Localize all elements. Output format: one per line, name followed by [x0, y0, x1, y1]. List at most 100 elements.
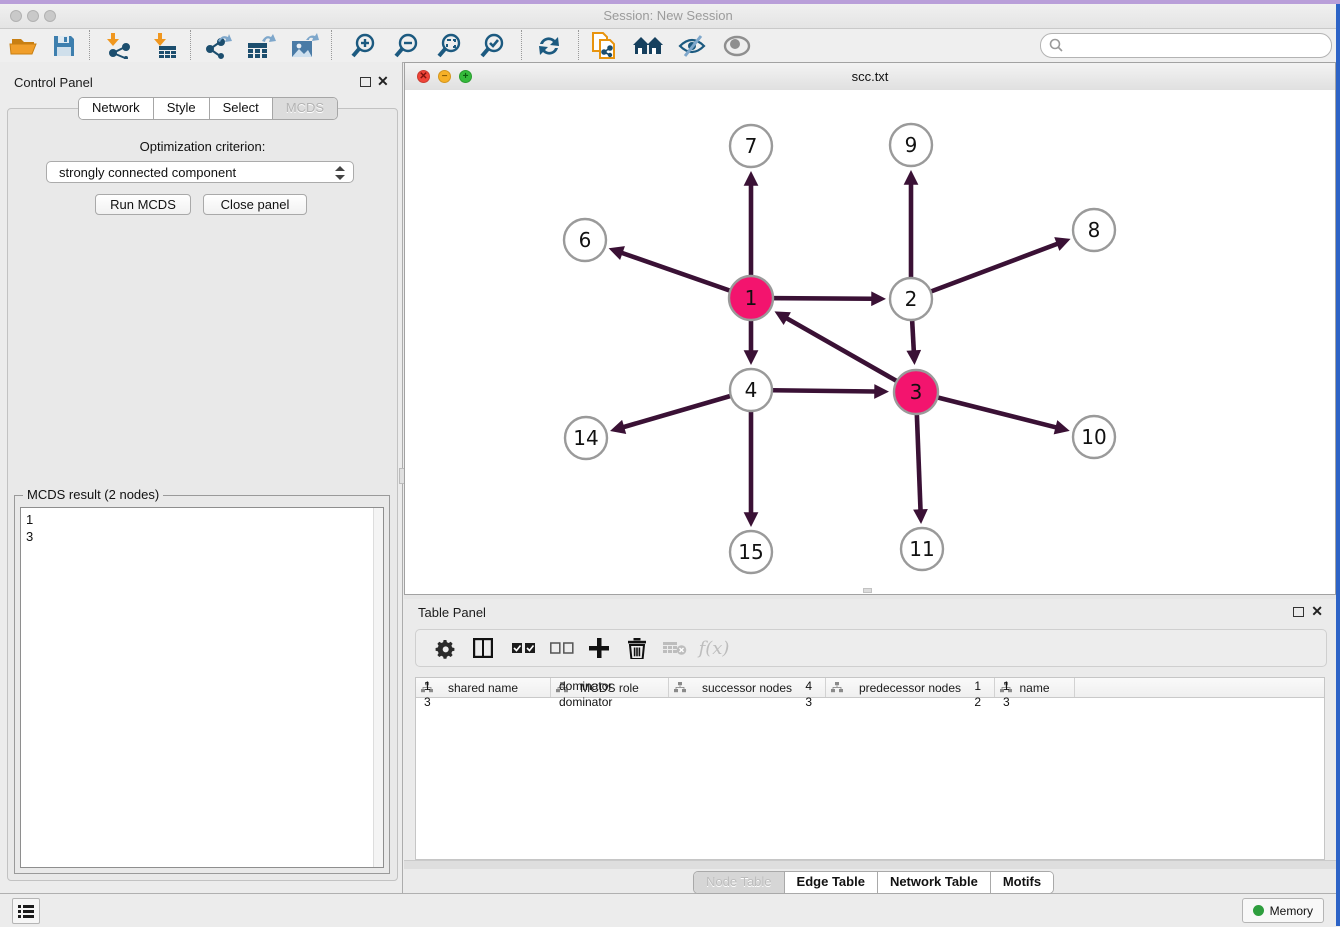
zoom-selected-icon[interactable] [475, 31, 509, 61]
graph-node-10[interactable]: 10 [1073, 416, 1115, 458]
table-toolbar: f(x) [415, 629, 1327, 667]
cell-name[interactable]: 1 [995, 678, 1075, 694]
optimization-criterion-label: Optimization criterion: [8, 139, 397, 154]
float-panel-icon[interactable] [360, 77, 371, 87]
mcds-result-group: MCDS result (2 nodes) 13 [14, 495, 390, 874]
close-table-panel-icon[interactable]: ✕ [1311, 603, 1323, 620]
svg-text:2: 2 [905, 287, 918, 311]
cell-name[interactable]: 3 [995, 694, 1075, 710]
svg-text:11: 11 [909, 537, 934, 561]
control-panel-tabs: NetworkStyleSelectMCDS [78, 97, 338, 120]
mcds-result-textarea[interactable]: 13 [20, 507, 384, 868]
graph-node-15[interactable]: 15 [730, 531, 772, 573]
graph-node-11[interactable]: 11 [901, 528, 943, 570]
graph-node-2[interactable]: 2 [890, 278, 932, 320]
function-builder-icon[interactable]: f(x) [696, 630, 732, 666]
toolbar-separator [190, 30, 191, 60]
export-image-icon[interactable] [288, 31, 322, 61]
zoom-in-icon[interactable] [346, 31, 380, 61]
table-body: 1dominator4113dominator323 [416, 678, 1324, 710]
tab-motifs[interactable]: Motifs [991, 872, 1053, 893]
toolbar-separator [521, 30, 522, 60]
toolbar-separator [331, 30, 332, 60]
tab-network-table[interactable]: Network Table [878, 872, 991, 893]
cell-MCDS-role[interactable]: dominator [551, 694, 669, 710]
node-table: shared nameMCDS rolesuccessor nodesprede… [415, 677, 1325, 860]
close-panel-icon[interactable]: ✕ [377, 73, 389, 90]
toolbar-separator [578, 30, 579, 60]
graph-edge-2-8[interactable] [911, 244, 1058, 299]
delete-row-trash-icon[interactable] [624, 630, 650, 666]
table-tabs: Node TableEdge TableNetwork TableMotifs [693, 871, 1054, 894]
toolbar-separator [89, 30, 90, 60]
memory-button[interactable]: Memory [1242, 898, 1324, 923]
main-titlebar: Session: New Session [0, 4, 1336, 29]
add-row-icon[interactable] [585, 630, 613, 666]
tab-mcds[interactable]: MCDS [273, 98, 337, 119]
svg-text:10: 10 [1081, 425, 1106, 449]
graph-node-1[interactable]: 1 [729, 276, 773, 320]
optimization-criterion-select[interactable]: strongly connected component [46, 161, 354, 183]
clone-network-icon[interactable] [587, 31, 621, 61]
graph-svg: 7 9 6 8 1 2 4 3 14 10 15 11 [405, 90, 1335, 594]
tab-network[interactable]: Network [79, 98, 154, 119]
canvas-scrollbar-handle[interactable] [863, 588, 872, 593]
select-all-icon[interactable] [510, 630, 538, 666]
cell-shared-name[interactable]: 1 [416, 678, 551, 694]
cell-predecessor-nodes[interactable]: 2 [826, 694, 995, 710]
cell-MCDS-role[interactable]: dominator [551, 678, 669, 694]
task-history-button[interactable] [12, 898, 40, 924]
network-title: scc.txt [405, 69, 1335, 84]
float-table-panel-icon[interactable] [1293, 607, 1304, 617]
save-session-icon[interactable] [47, 31, 81, 61]
graph-node-6[interactable]: 6 [564, 219, 606, 261]
graph-node-8[interactable]: 8 [1073, 209, 1115, 251]
graph-node-4[interactable]: 4 [730, 369, 772, 411]
refresh-layout-icon[interactable] [532, 31, 566, 61]
tab-style[interactable]: Style [154, 98, 210, 119]
svg-text:8: 8 [1088, 218, 1101, 242]
svg-text:7: 7 [745, 134, 758, 158]
table-panel: Table Panel ✕ f(x) [404, 599, 1336, 897]
tab-edge-table[interactable]: Edge Table [785, 872, 878, 893]
show-columns-icon[interactable] [470, 630, 496, 666]
search-input[interactable] [1040, 33, 1332, 58]
graph-node-3[interactable]: 3 [894, 370, 938, 414]
cell-shared-name[interactable]: 3 [416, 694, 551, 710]
run-mcds-button[interactable]: Run MCDS [95, 194, 191, 215]
svg-text:6: 6 [579, 228, 592, 252]
network-titlebar[interactable]: ✕ − + scc.txt [405, 63, 1335, 91]
result-scrollbar[interactable] [373, 508, 383, 867]
table-row[interactable]: 1dominator411 [416, 678, 1324, 694]
dropdown-value: strongly connected component [59, 165, 236, 180]
graph-node-9[interactable]: 9 [890, 124, 932, 166]
import-network-icon[interactable] [101, 31, 135, 61]
zoom-out-icon[interactable] [389, 31, 423, 61]
first-neighbors-icon[interactable] [631, 31, 665, 61]
cell-successor-nodes[interactable]: 3 [669, 694, 826, 710]
svg-text:14: 14 [573, 426, 598, 450]
tab-select[interactable]: Select [210, 98, 273, 119]
cell-successor-nodes[interactable]: 4 [669, 678, 826, 694]
import-table-icon[interactable] [148, 31, 182, 61]
open-folder-icon[interactable] [6, 31, 40, 61]
table-panel-title: Table Panel [418, 605, 486, 620]
tab-node-table[interactable]: Node Table [694, 872, 785, 893]
table-row[interactable]: 3dominator323 [416, 694, 1324, 710]
table-settings-gear-icon[interactable] [432, 630, 458, 666]
graph-node-7[interactable]: 7 [730, 125, 772, 167]
app-window: Session: New Session [0, 4, 1336, 926]
show-hidden-icon[interactable] [720, 31, 754, 61]
deselect-all-icon[interactable] [548, 630, 576, 666]
zoom-fit-icon[interactable] [432, 31, 466, 61]
delete-column-icon[interactable] [661, 630, 689, 666]
svg-text:3: 3 [910, 380, 923, 404]
graph-node-14[interactable]: 14 [565, 417, 607, 459]
export-table-icon[interactable] [244, 31, 278, 61]
close-panel-button[interactable]: Close panel [203, 194, 307, 215]
cell-predecessor-nodes[interactable]: 1 [826, 678, 995, 694]
export-network-icon[interactable] [201, 31, 235, 61]
hide-selected-icon[interactable] [675, 31, 709, 61]
network-canvas[interactable]: 7 9 6 8 1 2 4 3 14 10 15 11 [405, 90, 1335, 594]
svg-text:15: 15 [738, 540, 763, 564]
